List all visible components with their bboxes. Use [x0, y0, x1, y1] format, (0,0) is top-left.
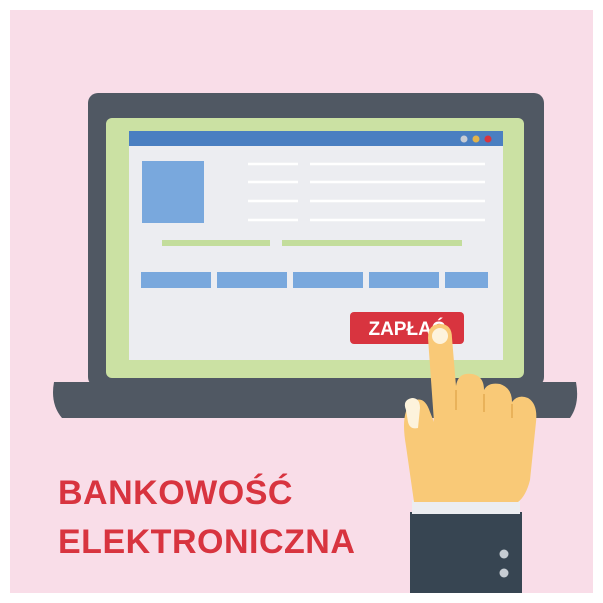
browser-top-bar	[129, 131, 503, 146]
blue-block-2[interactable]	[217, 272, 287, 288]
fingernail	[432, 328, 448, 344]
sleeve-button-1	[499, 549, 509, 559]
blue-block-5[interactable]	[445, 272, 488, 288]
sleeve-button-2	[499, 568, 509, 578]
window-dot-gray[interactable]	[460, 135, 468, 143]
illustration-frame: ZAPŁAĆ BANKOWOŚĆ ELEKTRONICZNA	[10, 10, 593, 593]
image-placeholder	[142, 161, 204, 223]
window-dot-yellow[interactable]	[472, 135, 480, 143]
headline-line-2: ELEKTRONICZNA	[58, 523, 356, 561]
blue-block-4[interactable]	[369, 272, 439, 288]
green-line-left	[162, 240, 270, 246]
green-line-right	[282, 240, 462, 246]
blue-block-1[interactable]	[141, 272, 211, 288]
blue-block-3[interactable]	[293, 272, 363, 288]
headline-line-1: BANKOWOŚĆ	[58, 474, 293, 512]
window-dot-red[interactable]	[484, 135, 492, 143]
window-controls-icon[interactable]	[460, 135, 492, 143]
shirt-cuff	[412, 500, 520, 514]
